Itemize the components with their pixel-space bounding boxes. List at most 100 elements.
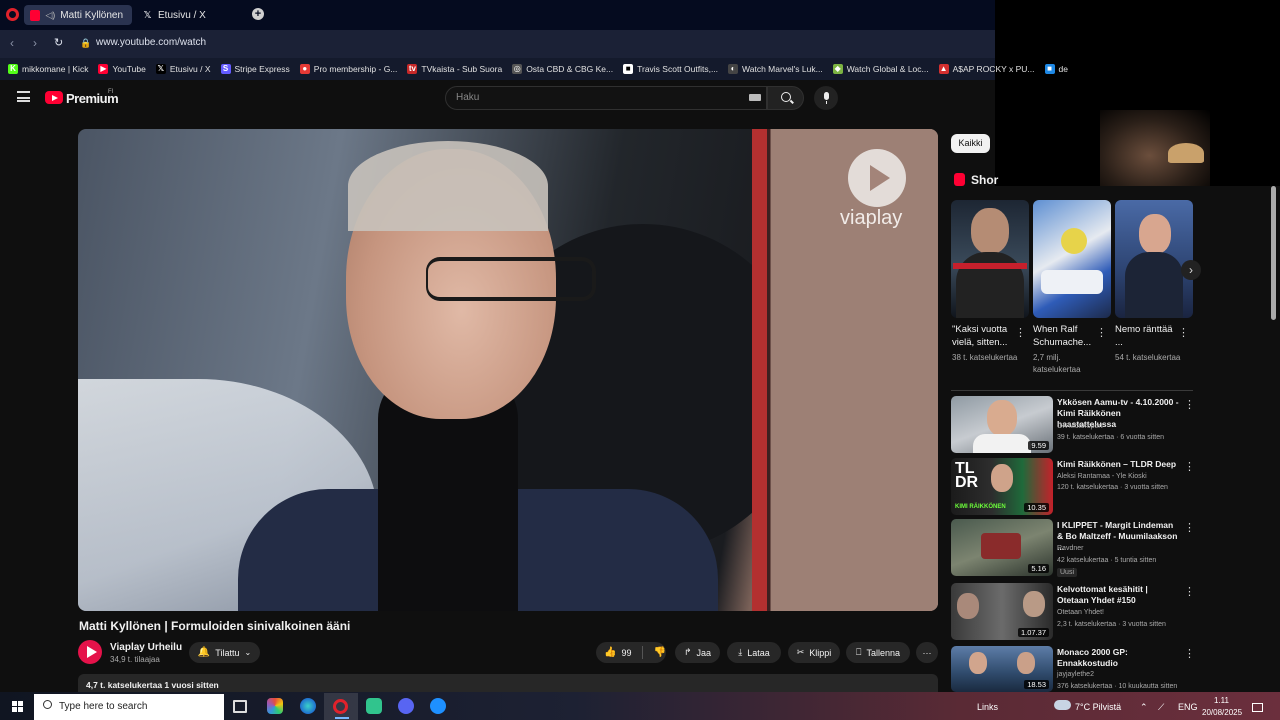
links-toolbar[interactable]: Links — [977, 702, 998, 712]
tab-youtube[interactable]: ◁) Matti Kyllönen | Form — [24, 5, 132, 25]
chevron-down-icon: ⌄ — [244, 648, 252, 657]
app-icon-blue[interactable] — [430, 698, 446, 714]
bookmark-item[interactable]: ▲ A$AP ROCKY x PU... — [938, 64, 1035, 74]
bookmark-item[interactable]: ● Pro membership - G... — [299, 64, 397, 74]
recommended-video-channel[interactable]: Ravdner — [1057, 545, 1083, 552]
search-input[interactable] — [445, 86, 767, 110]
video-thumbnail[interactable]: 5.16 — [951, 519, 1053, 576]
more-vertical-icon[interactable]: ⋮ — [1184, 647, 1195, 660]
recommended-video-title[interactable]: Kimi Räikkönen – TLDR Deep — [1057, 459, 1179, 470]
channel-avatar[interactable] — [78, 640, 102, 664]
video-thumbnail[interactable]: 1.07.37 — [951, 583, 1053, 640]
bookmark-item[interactable]: ◆ Watch Global & Loc... — [832, 64, 929, 74]
subscribed-button[interactable]: 🔔 Tilattu ⌄ — [189, 642, 260, 663]
chevron-up-icon[interactable]: ⌃ — [1140, 702, 1148, 713]
discord-icon[interactable] — [398, 698, 414, 714]
recommended-video-channel[interactable]: Aleksi Rantamaa - Yle Kioski — [1057, 473, 1147, 480]
search-button[interactable] — [767, 86, 804, 110]
save-button[interactable]: ⎕ Tallenna — [846, 642, 910, 663]
edge-icon[interactable] — [300, 698, 316, 714]
short-title[interactable]: Nemo ränttää ... — [1115, 323, 1181, 349]
chip-all[interactable]: Kaikki — [951, 134, 990, 153]
recommended-video-title[interactable]: Monaco 2000 GP: Ennakkostudio — [1057, 647, 1179, 669]
bookmark-label: A$AP ROCKY x PU... — [952, 64, 1035, 74]
clip-label: Klippi — [809, 647, 832, 658]
voice-search-button[interactable] — [814, 86, 838, 110]
bookmark-item[interactable]: ■ Travis Scott Outfits,... — [623, 64, 718, 74]
back-icon[interactable]: ‹ — [10, 36, 14, 50]
bookmark-favicon-icon: ◎ — [512, 64, 523, 74]
short-thumbnail[interactable] — [951, 200, 1029, 318]
video-player[interactable]: viaplay — [78, 129, 938, 611]
windows-start-icon[interactable] — [12, 701, 23, 712]
more-vertical-icon[interactable]: ⋮ — [1184, 585, 1195, 598]
short-thumbnail[interactable] — [1033, 200, 1111, 318]
opera-icon[interactable] — [333, 699, 348, 714]
recommended-video-channel[interactable]: jayjaylethe2 — [1057, 671, 1094, 678]
shorts-icon — [954, 173, 965, 186]
bookmark-item[interactable]: 𝕏 Etusivu / X — [155, 64, 211, 74]
short-title[interactable]: When Ralf Schumache... — [1033, 323, 1099, 349]
weather-text[interactable]: 7°C Pilvistä — [1075, 702, 1121, 712]
more-vertical-icon[interactable]: ⋮ — [1178, 326, 1189, 339]
bookmark-item[interactable]: S Stripe Express — [220, 64, 290, 74]
short-title[interactable]: "Kaksi vuotta vielä, sitten... — [952, 323, 1018, 349]
menu-icon[interactable] — [17, 91, 30, 102]
short-frame-helmet — [1061, 228, 1087, 254]
clock-date[interactable]: 20/08/2025 — [1202, 708, 1242, 717]
taskbar-search-placeholder: Type here to search — [59, 701, 148, 712]
more-vertical-icon[interactable]: ⋮ — [1096, 326, 1107, 339]
bookmark-item[interactable]: ◐ Watch Marvel's Luk... — [728, 64, 823, 74]
bookmark-label: YouTube — [112, 64, 146, 74]
video-thumbnail[interactable]: 18.53 — [951, 646, 1053, 692]
more-vertical-icon[interactable]: ⋮ — [1015, 326, 1026, 339]
url-field[interactable]: www.youtube.com/watch — [96, 37, 206, 48]
bookmark-item[interactable]: ◎ Osta CBD & CBG Ke... — [512, 64, 613, 74]
video-thumbnail[interactable]: 9.59 — [951, 396, 1053, 453]
more-actions-button[interactable]: ··· — [916, 642, 938, 663]
page-scrollbar[interactable] — [1271, 186, 1276, 320]
keyboard-icon[interactable] — [749, 94, 761, 101]
download-button[interactable]: ⤓ Lataa — [727, 642, 781, 663]
share-button[interactable]: ↱ Jaa — [675, 642, 720, 663]
dislike-button[interactable]: 👎 — [654, 647, 666, 658]
thumb-frame-caption: KIMI RÄIKKÖNEN — [955, 504, 1006, 510]
lock-icon: 🔒 — [80, 38, 92, 48]
bookmark-item[interactable]: ■ de — [1044, 64, 1068, 74]
shorts-next-button[interactable]: › — [1181, 260, 1201, 280]
reload-icon[interactable]: ↻ — [54, 36, 63, 49]
notification-icon[interactable] — [1252, 703, 1263, 712]
youtube-logo-icon[interactable] — [45, 91, 63, 104]
video-frame-glasses — [426, 257, 596, 301]
recommended-video-channel[interactable]: OK Motorsport — [1057, 423, 1103, 430]
bookmark-item[interactable]: ▶ YouTube — [98, 64, 146, 74]
video-title: Matti Kyllönen | Formuloiden sinivalkoin… — [79, 619, 351, 633]
more-vertical-icon[interactable]: ⋮ — [1184, 521, 1195, 534]
new-tab-button[interactable]: + — [252, 8, 264, 20]
opera-logo-icon[interactable] — [6, 8, 19, 21]
x-logo-icon: 𝕏 — [143, 9, 152, 21]
clock-time[interactable]: 1.11 — [1214, 696, 1229, 705]
like-button[interactable]: 👍 99 — [604, 647, 631, 658]
recommended-video-channel[interactable]: Otetaan Yhdet! — [1057, 609, 1104, 616]
bookmark-favicon-icon: ■ — [1044, 64, 1055, 74]
language-indicator[interactable]: ENG — [1178, 702, 1198, 712]
more-vertical-icon[interactable]: ⋮ — [1184, 398, 1195, 411]
task-view-icon[interactable] — [233, 700, 247, 713]
network-icon[interactable]: ⟋ — [1158, 702, 1164, 713]
bookmark-item[interactable]: Kmikkomane | Kick — [8, 64, 88, 74]
viaplay-watermark: viaplay — [840, 207, 903, 229]
short-thumbnail[interactable] — [1115, 200, 1193, 318]
channel-name[interactable]: Viaplay Urheilu — [110, 642, 182, 653]
video-duration: 1.07.37 — [1017, 628, 1049, 637]
bookmark-item[interactable]: tv TVkaista - Sub Suora — [407, 64, 502, 74]
clip-button[interactable]: ✂ Klippi — [788, 642, 840, 663]
tab-x[interactable]: 𝕏 Etusivu / X — [136, 5, 246, 25]
more-vertical-icon[interactable]: ⋮ — [1184, 460, 1195, 473]
forward-icon[interactable]: › — [33, 36, 37, 50]
copilot-icon[interactable] — [267, 698, 283, 714]
bookmark-favicon-icon: ▶ — [98, 64, 109, 74]
recommended-video-title[interactable]: Kelvottomat kesähitit | Otetaan Yhdet #1… — [1057, 584, 1179, 606]
app-icon-green[interactable] — [366, 698, 382, 714]
video-thumbnail[interactable]: TL DR KIMI RÄIKKÖNEN 10.35 — [951, 458, 1053, 515]
